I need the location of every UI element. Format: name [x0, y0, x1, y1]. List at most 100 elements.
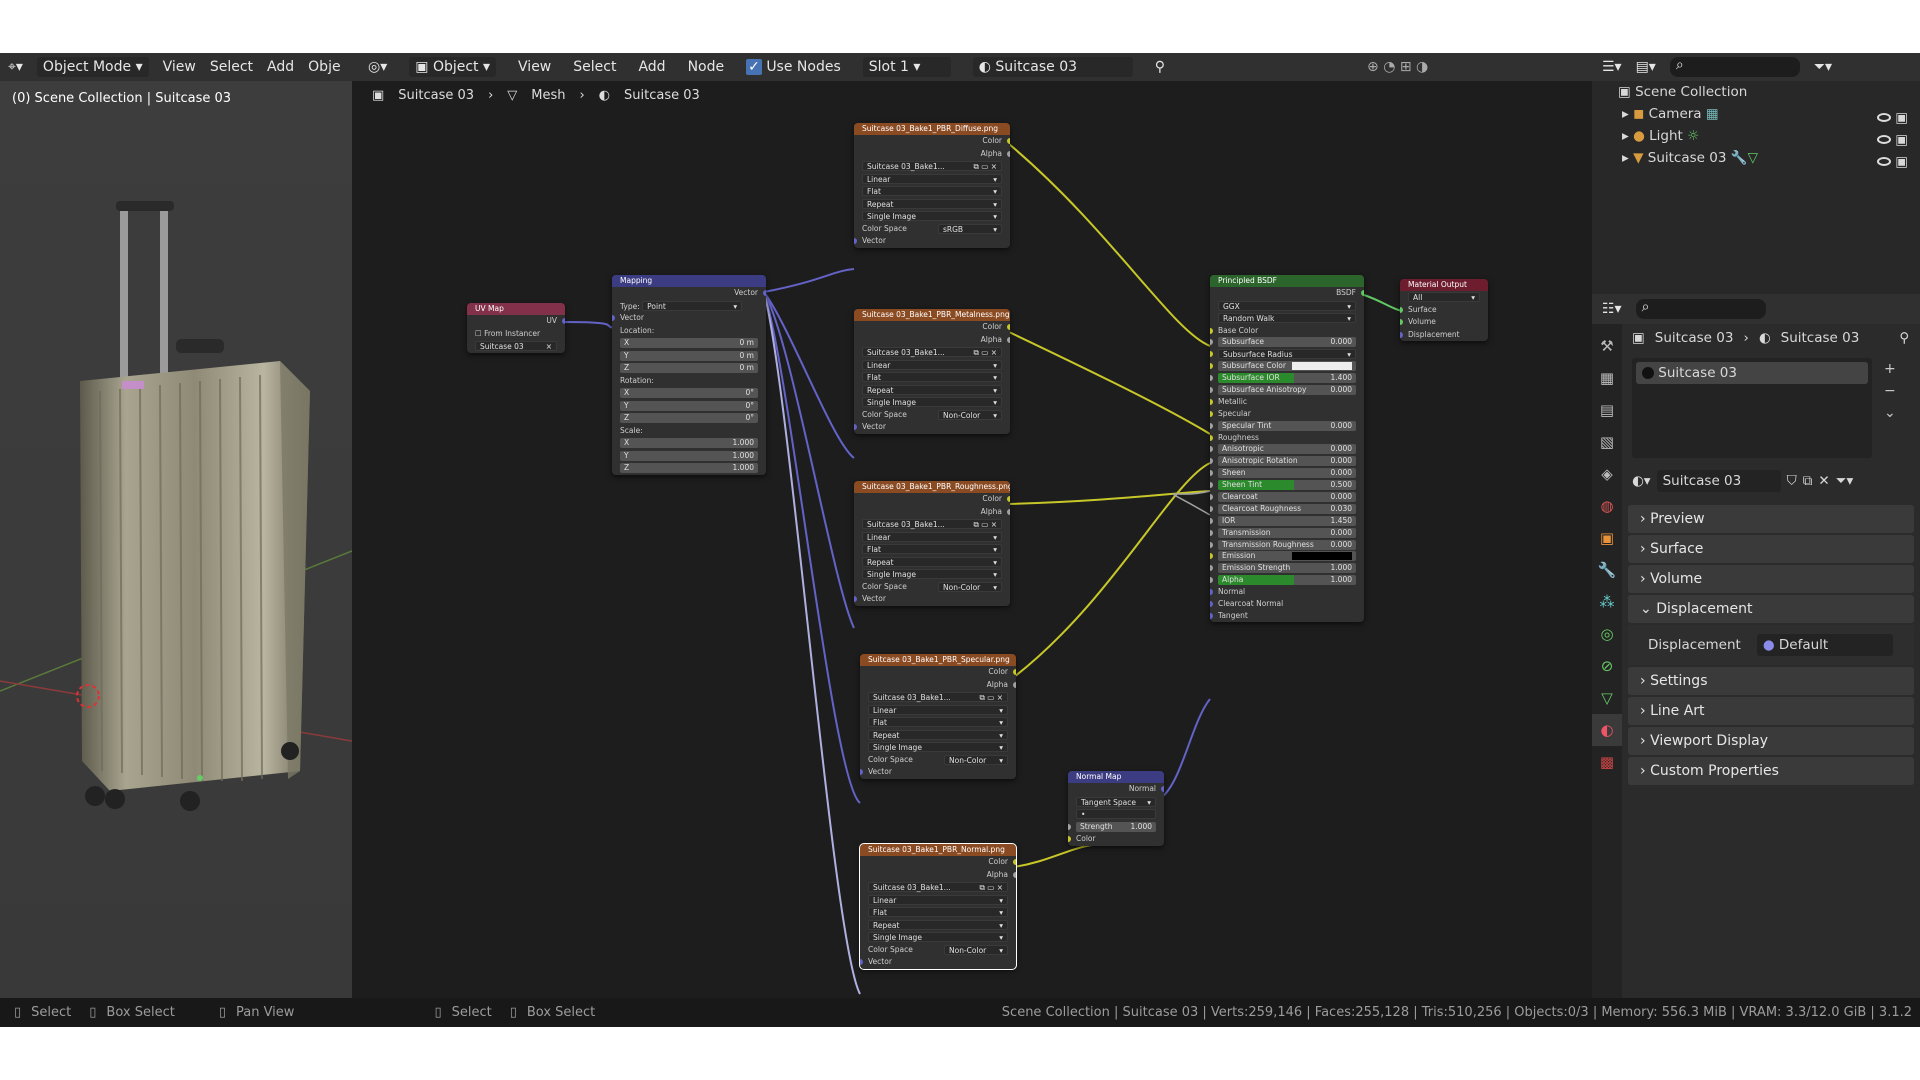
socket[interactable] — [1210, 517, 1213, 524]
from-instancer-checkbox[interactable]: ☐ From Instancer — [467, 328, 565, 341]
image-texture-node-diffuse[interactable]: Suitcase 03_Bake1_PBR_Diffuse.png Color … — [854, 123, 1010, 248]
node-header[interactable]: Mapping — [612, 275, 766, 287]
colorspace-select[interactable]: Non-Color ▾ — [938, 581, 1002, 592]
fake-user-shield-icon[interactable]: ⛉ — [1787, 473, 1797, 489]
interpolation-select[interactable]: Linear ▾ — [868, 704, 1008, 715]
projection-select[interactable]: Flat ▾ — [868, 907, 1008, 917]
bsdf-field[interactable]: Clearcoat 0.000 — [1218, 491, 1356, 502]
extension-select[interactable]: Repeat ▾ — [862, 556, 1002, 567]
panel-displacement[interactable]: ⌄ Displacement — [1628, 595, 1914, 623]
bsdf-input-row[interactable]: Tangent — [1210, 610, 1364, 622]
socket[interactable] — [1068, 836, 1071, 842]
node-header[interactable]: Suitcase 03_Bake1_PBR_Diffuse.png — [854, 123, 1010, 135]
view-layer-tab-icon[interactable]: ▧ — [1592, 426, 1622, 458]
socket[interactable] — [1400, 331, 1403, 338]
bsdf-input-row[interactable]: Specular Tint 0.000 — [1210, 420, 1364, 432]
constraints-tab-icon[interactable]: ⊘ — [1592, 650, 1622, 682]
socket[interactable] — [854, 596, 857, 602]
colorspace-select[interactable]: Non-Color ▾ — [938, 409, 1002, 420]
remove-slot-icon[interactable]: − — [1884, 380, 1896, 402]
node-editor-icon[interactable]: ◎▾ — [368, 59, 387, 75]
bsdf-input-row[interactable]: Subsurface 0.000 — [1210, 336, 1364, 348]
visibility-eye-icon[interactable]: ▣ — [1876, 151, 1908, 173]
mapping-node[interactable]: Mapping Vector Type: Point ▾ Vector Locat… — [612, 275, 766, 475]
image-texture-node-normal[interactable]: Suitcase 03_Bake1_PBR_Normal.png Color A… — [859, 843, 1017, 970]
viewport-menu-select[interactable]: Select — [210, 59, 253, 75]
source-select[interactable]: Single Image ▾ — [862, 397, 1002, 407]
outliner-row-camera[interactable]: ▸ ◼ Camera ▦ ▣ — [1592, 103, 1920, 126]
socket[interactable] — [1210, 505, 1213, 512]
socket[interactable] — [1210, 458, 1213, 465]
subsurface-method-select[interactable]: Random Walk ▾ — [1218, 313, 1356, 323]
modifier-tab-icon[interactable]: 🔧 — [1592, 554, 1622, 586]
projection-select[interactable]: Flat ▾ — [862, 544, 1002, 554]
socket[interactable] — [1210, 351, 1213, 358]
bsdf-field[interactable]: Subsurface Anisotropy 0.000 — [1218, 384, 1356, 395]
socket[interactable] — [1210, 363, 1213, 370]
scale-x-field[interactable]: X 1.000 — [620, 438, 758, 448]
source-select[interactable]: Single Image ▾ — [862, 569, 1002, 579]
socket[interactable] — [860, 959, 863, 965]
interpolation-select[interactable]: Linear ▾ — [862, 531, 1002, 542]
tool-tab-icon[interactable]: ⚒ — [1592, 330, 1622, 362]
mode-select[interactable]: Object Mode ▾ — [36, 57, 149, 77]
bsdf-input-row[interactable]: Clearcoat 0.000 — [1210, 491, 1364, 503]
outliner-row-scene-collection[interactable]: ▣ Scene Collection — [1592, 81, 1920, 103]
bsdf-field[interactable]: Subsurface 0.000 — [1218, 337, 1356, 348]
physics-tab-icon[interactable]: ◎ — [1592, 618, 1622, 650]
node-menu-select[interactable]: Select — [573, 59, 616, 75]
socket[interactable] — [1068, 823, 1071, 830]
interpolation-select[interactable]: Linear ▾ — [862, 173, 1002, 184]
output-tab-icon[interactable]: ▤ — [1592, 394, 1622, 426]
node-header[interactable]: Suitcase 03_Bake1_PBR_Normal.png — [860, 844, 1016, 856]
uv-map-node[interactable]: UV Map UV ☐ From Instancer Suitcase 03 × — [467, 303, 565, 353]
bsdf-field[interactable]: Alpha 1.000 — [1218, 575, 1356, 586]
bsdf-input-row[interactable]: Subsurface Radius ▾ — [1210, 348, 1364, 360]
bsdf-input-row[interactable]: Clearcoat Roughness 0.030 — [1210, 503, 1364, 515]
bsdf-input-row[interactable]: Metallic — [1210, 396, 1364, 408]
bsdf-input-row[interactable]: Transmission Roughness 0.000 — [1210, 539, 1364, 551]
source-select[interactable]: Single Image ▾ — [868, 932, 1008, 942]
loc-z-field[interactable]: Z0 m — [620, 363, 758, 373]
material-tab-icon[interactable]: ◐ — [1592, 714, 1622, 746]
image-select[interactable]: Suitcase 03_Bake1... ⧉ ▭ × — [862, 347, 1002, 357]
bsdf-input-row[interactable]: Emission Strength 1.000 — [1210, 562, 1364, 574]
node-header[interactable]: Suitcase 03_Bake1_PBR_Specular.png — [860, 654, 1016, 666]
viewport-menu-object[interactable]: Obje — [308, 59, 340, 75]
interpolation-select[interactable]: Linear ▾ — [868, 894, 1008, 905]
panel-volume[interactable]: › Volume — [1628, 565, 1914, 593]
node-header[interactable]: Material Output — [1400, 279, 1488, 291]
source-select[interactable]: Single Image ▾ — [868, 742, 1008, 752]
material-slot-item[interactable]: Suitcase 03 — [1636, 362, 1868, 384]
panel-surface[interactable]: › Surface — [1628, 535, 1914, 563]
socket[interactable] — [1210, 434, 1213, 441]
world-tab-icon[interactable]: ◍ — [1592, 490, 1622, 522]
object-tab-icon[interactable]: ▣ — [1592, 522, 1622, 554]
bsdf-input-row[interactable]: Clearcoat Normal — [1210, 598, 1364, 610]
socket[interactable] — [1210, 589, 1213, 596]
extension-select[interactable]: Repeat ▾ — [862, 198, 1002, 209]
displacement-method-select[interactable]: ● Default — [1756, 634, 1893, 656]
bsdf-field[interactable]: Subsurface Radius ▾ — [1218, 349, 1356, 360]
bsdf-field[interactable]: Anisotropic 0.000 — [1218, 444, 1356, 455]
bsdf-field[interactable]: Transmission 0.000 — [1218, 527, 1356, 538]
bsdf-input-row[interactable]: Normal — [1210, 586, 1364, 598]
duplicate-icon[interactable]: ⧉ — [1803, 473, 1813, 489]
unlink-icon[interactable]: ✕ — [1818, 473, 1829, 489]
material-output-node[interactable]: Material Output All ▾ Surface Volume Disp… — [1400, 279, 1488, 341]
uv-map-select[interactable]: • — [1076, 809, 1156, 819]
3d-viewport[interactable]: (0) Scene Collection | Suitcase 03 — [0, 81, 352, 998]
socket[interactable] — [1013, 859, 1016, 865]
scale-z-field[interactable]: Z 1.000 — [620, 463, 758, 473]
data-tab-icon[interactable]: ▽ — [1592, 682, 1622, 714]
socket[interactable] — [1013, 681, 1016, 688]
socket[interactable] — [763, 290, 766, 296]
interpolation-select[interactable]: Linear ▾ — [862, 359, 1002, 370]
socket[interactable] — [1013, 871, 1016, 878]
use-nodes-toggle[interactable]: ✓ Use Nodes — [746, 59, 841, 75]
socket[interactable] — [1400, 306, 1403, 313]
extension-select[interactable]: Repeat ▾ — [868, 729, 1008, 740]
outliner-row-light[interactable]: ▸ ● Light ☼ ▣ — [1592, 125, 1920, 148]
socket[interactable] — [1210, 600, 1213, 607]
uv-select[interactable]: Suitcase 03 × — [475, 341, 557, 351]
